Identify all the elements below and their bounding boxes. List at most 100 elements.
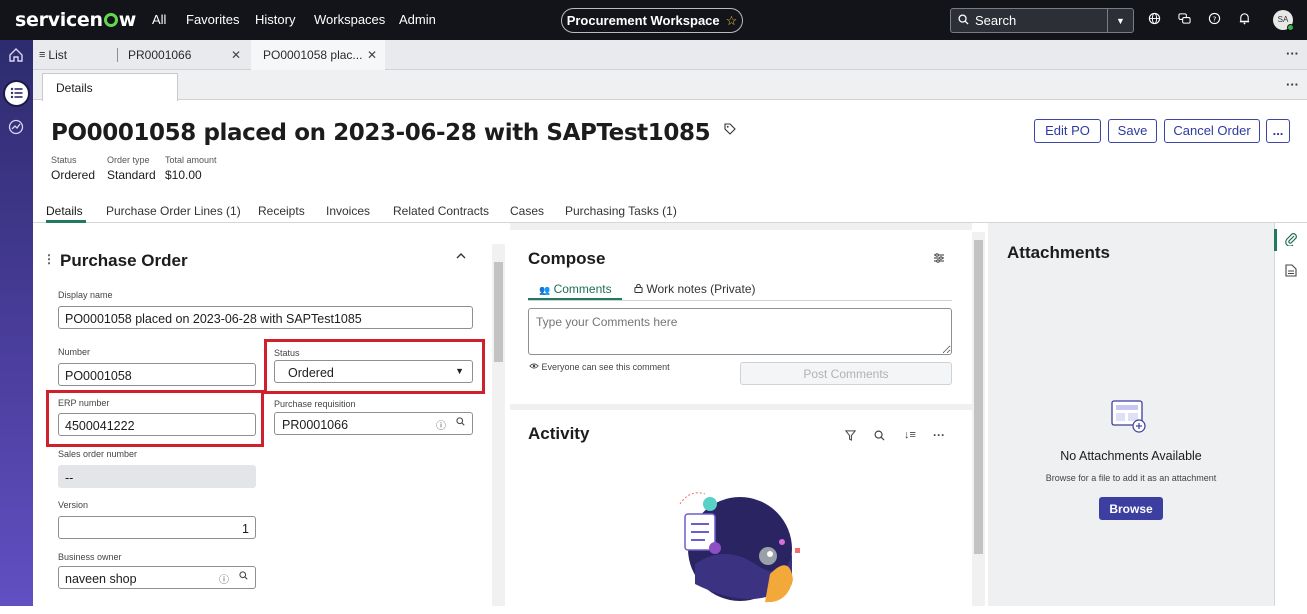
search-icon[interactable] xyxy=(874,430,885,444)
info-icon[interactable]: ⓘ xyxy=(219,571,229,586)
browse-button[interactable]: Browse xyxy=(1099,497,1163,520)
compose-settings-icon[interactable] xyxy=(933,252,945,267)
close-icon[interactable]: ✕ xyxy=(367,48,377,62)
version-label: Version xyxy=(58,500,89,510)
comment-textarea[interactable] xyxy=(528,308,952,355)
compose-card: Compose 👥 Comments Work notes (Private) … xyxy=(510,230,972,404)
business-owner-field[interactable]: naveen shop ⓘ xyxy=(58,566,256,589)
filter-icon[interactable] xyxy=(844,430,857,444)
sort-icon[interactable]: ↓≡ xyxy=(904,429,916,441)
tag-icon[interactable] xyxy=(724,123,736,138)
lookup-search-icon[interactable] xyxy=(239,571,248,583)
nav-admin[interactable]: Admin xyxy=(399,12,436,27)
tab-comments[interactable]: 👥 Comments xyxy=(539,282,612,296)
cancel-order-button[interactable]: Cancel Order xyxy=(1164,119,1260,143)
section-title: Purchase Order xyxy=(60,251,188,270)
close-icon[interactable]: ✕ xyxy=(231,48,241,62)
rtab-purchasing-tasks[interactable]: Purchasing Tasks (1) xyxy=(565,204,677,218)
nav-all[interactable]: All xyxy=(152,12,166,27)
more-icon[interactable]: ··· xyxy=(933,428,945,442)
rtab-receipts[interactable]: Receipts xyxy=(258,204,305,218)
active-rail-indicator xyxy=(1274,229,1277,251)
tab-list-label: List xyxy=(48,48,68,62)
activity-scrollbar-thumb[interactable] xyxy=(974,240,983,554)
empty-activity-illustration xyxy=(679,492,800,603)
tab-pr0001066[interactable]: PR0001066 ✕ xyxy=(119,40,249,70)
version-field[interactable]: 1 xyxy=(58,516,256,539)
purchase-requisition-field[interactable]: PR0001066 ⓘ xyxy=(274,412,473,435)
paperclip-icon[interactable] xyxy=(1284,232,1298,249)
right-rail xyxy=(1274,223,1307,606)
rtab-related-contracts[interactable]: Related Contracts xyxy=(393,204,489,218)
tab-po0001058[interactable]: PO0001058 plac... ✕ xyxy=(251,40,385,70)
avatar-initials: SA xyxy=(1277,15,1289,24)
notifications-bell-icon[interactable] xyxy=(1236,12,1252,28)
post-comments-button[interactable]: Post Comments xyxy=(740,362,952,385)
activity-title: Activity xyxy=(528,424,590,443)
save-button[interactable]: Save xyxy=(1108,119,1157,143)
list-icon[interactable] xyxy=(3,80,30,107)
tab-list[interactable]: ≡ List xyxy=(39,40,117,70)
tab-details[interactable]: Details xyxy=(42,73,178,101)
search-input[interactable]: Search xyxy=(975,13,1016,28)
number-label: Number xyxy=(58,347,91,357)
svg-text:?: ? xyxy=(1212,14,1216,23)
no-attachments-icon xyxy=(1111,400,1146,433)
visibility-note-text: Everyone can see this comment xyxy=(541,362,670,372)
tab-po-label: PO0001058 plac... xyxy=(263,48,363,62)
tab-pr-label: PR0001066 xyxy=(128,48,192,62)
form-scrollbar[interactable] xyxy=(492,244,505,606)
sales-order-field: -- xyxy=(58,465,256,488)
visibility-note: Everyone can see this comment xyxy=(529,362,670,372)
rtab-invoices[interactable]: Invoices xyxy=(326,204,370,218)
nav-workspaces[interactable]: Workspaces xyxy=(314,12,385,27)
user-avatar[interactable]: SA xyxy=(1273,10,1294,31)
erp-highlight-box xyxy=(46,390,264,447)
edit-po-button[interactable]: Edit PO xyxy=(1034,119,1101,143)
nav-favorites[interactable]: Favorites xyxy=(186,12,239,27)
activity-scrollbar[interactable] xyxy=(972,232,985,606)
more-actions-button[interactable]: ... xyxy=(1266,119,1290,143)
star-icon[interactable]: ☆ xyxy=(726,13,738,29)
document-icon[interactable] xyxy=(1285,264,1297,280)
status-highlight-box xyxy=(264,339,485,394)
record-title: PO0001058 placed on 2023-06-28 with SAPT… xyxy=(51,120,711,146)
tab-comments-label: Comments xyxy=(553,282,612,296)
sales-order-label: Sales order number xyxy=(58,449,138,459)
no-attachments-subtitle: Browse for a file to add it as an attach… xyxy=(1045,473,1217,483)
rtab-po-lines[interactable]: Purchase Order Lines (1) xyxy=(106,204,241,218)
collapse-chevron-icon[interactable] xyxy=(455,250,467,265)
globe-icon[interactable] xyxy=(1146,12,1162,28)
top-navigation-bar: servicen w All Favorites History Workspac… xyxy=(0,0,1307,40)
servicenow-logo[interactable]: servicen w xyxy=(15,9,136,31)
tab-work-notes[interactable]: Work notes (Private) xyxy=(634,282,756,296)
page-title: PO0001058 placed on 2023-06-28 with SAPT… xyxy=(51,120,736,146)
info-icon[interactable]: ⓘ xyxy=(436,417,446,432)
help-icon[interactable]: ? xyxy=(1206,12,1222,28)
rtab-cases[interactable]: Cases xyxy=(510,204,544,218)
display-name-label: Display name xyxy=(58,290,113,300)
form-scrollbar-thumb[interactable] xyxy=(494,262,503,362)
more-tabs-icon[interactable]: ··· xyxy=(1286,46,1299,61)
display-name-field[interactable]: PO0001058 placed on 2023-06-28 with SAPT… xyxy=(58,306,473,329)
drag-handle-icon[interactable]: ⋮ xyxy=(43,252,55,266)
meta-total-value: $10.00 xyxy=(165,168,202,182)
meta-order-type-value: Standard xyxy=(107,168,156,182)
search-icon xyxy=(951,13,975,28)
rtab-details[interactable]: Details xyxy=(46,204,83,218)
lookup-search-icon[interactable] xyxy=(456,417,465,429)
chat-icon[interactable] xyxy=(1176,12,1192,28)
search-scope-dropdown[interactable]: ▼ xyxy=(1107,9,1133,32)
workspace-pill[interactable]: Procurement Workspace ☆ xyxy=(561,8,743,33)
meta-status-value: Ordered xyxy=(51,168,96,182)
more-options-icon[interactable]: ··· xyxy=(1286,77,1299,92)
home-icon[interactable] xyxy=(4,46,28,70)
activity-card: Activity ↓≡ ··· xyxy=(510,404,972,606)
global-search[interactable]: Search ▼ xyxy=(950,8,1134,33)
lock-icon xyxy=(634,282,646,296)
analytics-icon[interactable] xyxy=(4,118,28,142)
business-owner-value: naveen shop xyxy=(65,572,137,586)
meta-total-label: Total amount xyxy=(165,155,217,165)
nav-history[interactable]: History xyxy=(255,12,295,27)
number-field[interactable]: PO0001058 xyxy=(58,363,256,386)
